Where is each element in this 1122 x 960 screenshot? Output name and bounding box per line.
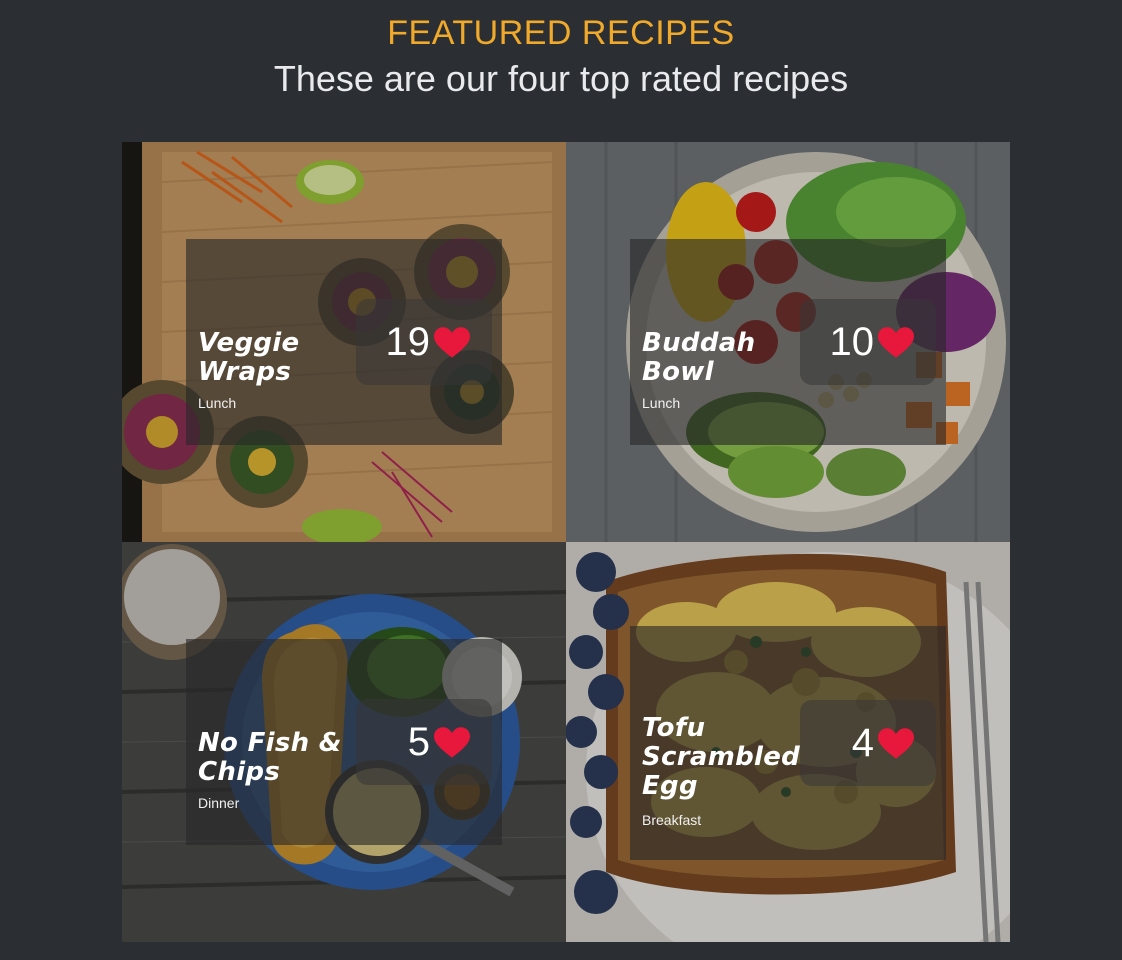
recipe-category: Breakfast (642, 812, 702, 828)
likes-badge[interactable]: 5 (356, 699, 492, 785)
likes-badge[interactable]: 10 (800, 299, 936, 385)
likes-count: 4 (851, 721, 874, 765)
recipe-grid: Veggie Wraps Lunch 19 Buddah Bowl Lunch … (122, 142, 1010, 942)
recipe-category: Lunch (642, 395, 681, 411)
recipe-overlay: Buddah Bowl Lunch 10 (630, 239, 946, 445)
recipe-overlay: Veggie Wraps Lunch 19 (186, 239, 502, 445)
likes-badge[interactable]: 4 (800, 700, 936, 786)
heart-icon[interactable] (434, 727, 470, 759)
page-title: These are our four top rated recipes (273, 58, 849, 99)
recipe-overlay: No Fish & Chips Dinner 5 (186, 639, 502, 845)
recipe-card-veggie-wraps[interactable]: Veggie Wraps Lunch 19 (122, 142, 566, 542)
recipe-title: Veggie Wraps (198, 328, 300, 387)
recipe-category: Dinner (198, 795, 240, 811)
recipe-title: No Fish & Chips (198, 728, 342, 787)
recipe-card-buddah-bowl[interactable]: Buddah Bowl Lunch 10 (566, 142, 1010, 542)
heart-icon[interactable] (878, 327, 914, 359)
heart-icon[interactable] (434, 327, 470, 359)
heart-icon[interactable] (878, 728, 914, 760)
likes-count: 10 (829, 320, 875, 364)
recipe-card-tofu-scrambled-egg[interactable]: Tofu Scrambled Egg Breakfast 4 (566, 542, 1010, 942)
recipe-category: Lunch (198, 395, 237, 411)
likes-count: 19 (385, 320, 431, 364)
likes-badge[interactable]: 19 (356, 299, 492, 385)
recipe-title: Buddah Bowl (642, 328, 756, 387)
section-eyebrow: FEATURED RECIPES (387, 14, 735, 52)
likes-count: 5 (407, 720, 430, 764)
recipe-title: Tofu Scrambled Egg (642, 713, 801, 801)
recipe-card-no-fish-chips[interactable]: No Fish & Chips Dinner 5 (122, 542, 566, 942)
recipe-overlay: Tofu Scrambled Egg Breakfast 4 (630, 626, 946, 860)
